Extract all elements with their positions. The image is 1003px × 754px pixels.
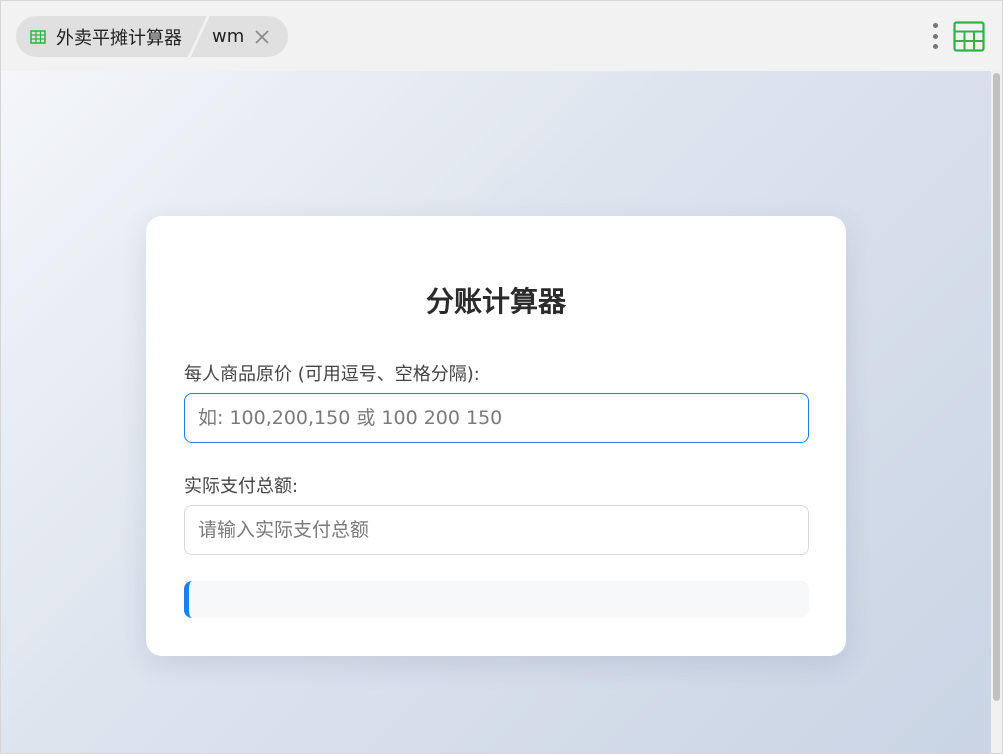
scrollbar-thumb[interactable] (993, 73, 1000, 701)
tab-separator (192, 16, 204, 57)
tab-calculator[interactable]: 外卖平摊计算器 (16, 16, 192, 57)
tab-label: wm (212, 26, 245, 47)
close-icon[interactable] (254, 29, 270, 45)
prices-input[interactable] (184, 393, 809, 443)
scrollbar[interactable] (991, 71, 1002, 753)
tab-bar: 外卖平摊计算器 wm (1, 1, 1002, 71)
total-label: 实际支付总额: (184, 476, 299, 497)
app-window: 外卖平摊计算器 wm 分账计算器 每人商品原价 (可用逗号、空格分隔): 如: … (0, 0, 1003, 754)
page-content: 分账计算器 每人商品原价 (可用逗号、空格分隔): 实际支付总额: (1, 71, 991, 753)
spreadsheet-icon[interactable] (953, 20, 985, 52)
kebab-menu-icon[interactable] (931, 21, 939, 51)
spreadsheet-icon (30, 29, 46, 44)
tab-strip: 外卖平摊计算器 wm (16, 16, 289, 57)
total-input[interactable] (184, 505, 809, 555)
toolbar-right (931, 20, 985, 52)
tab-label: 外卖平摊计算器 (56, 27, 182, 49)
calculator-card: 分账计算器 每人商品原价 (可用逗号、空格分隔): 实际支付总额: (146, 216, 846, 656)
page-title: 分账计算器 (425, 285, 566, 318)
result-box (184, 581, 809, 618)
tab-wm[interactable]: wm (204, 16, 289, 57)
prices-label: 每人商品原价 (可用逗号、空格分隔): (184, 364, 480, 385)
